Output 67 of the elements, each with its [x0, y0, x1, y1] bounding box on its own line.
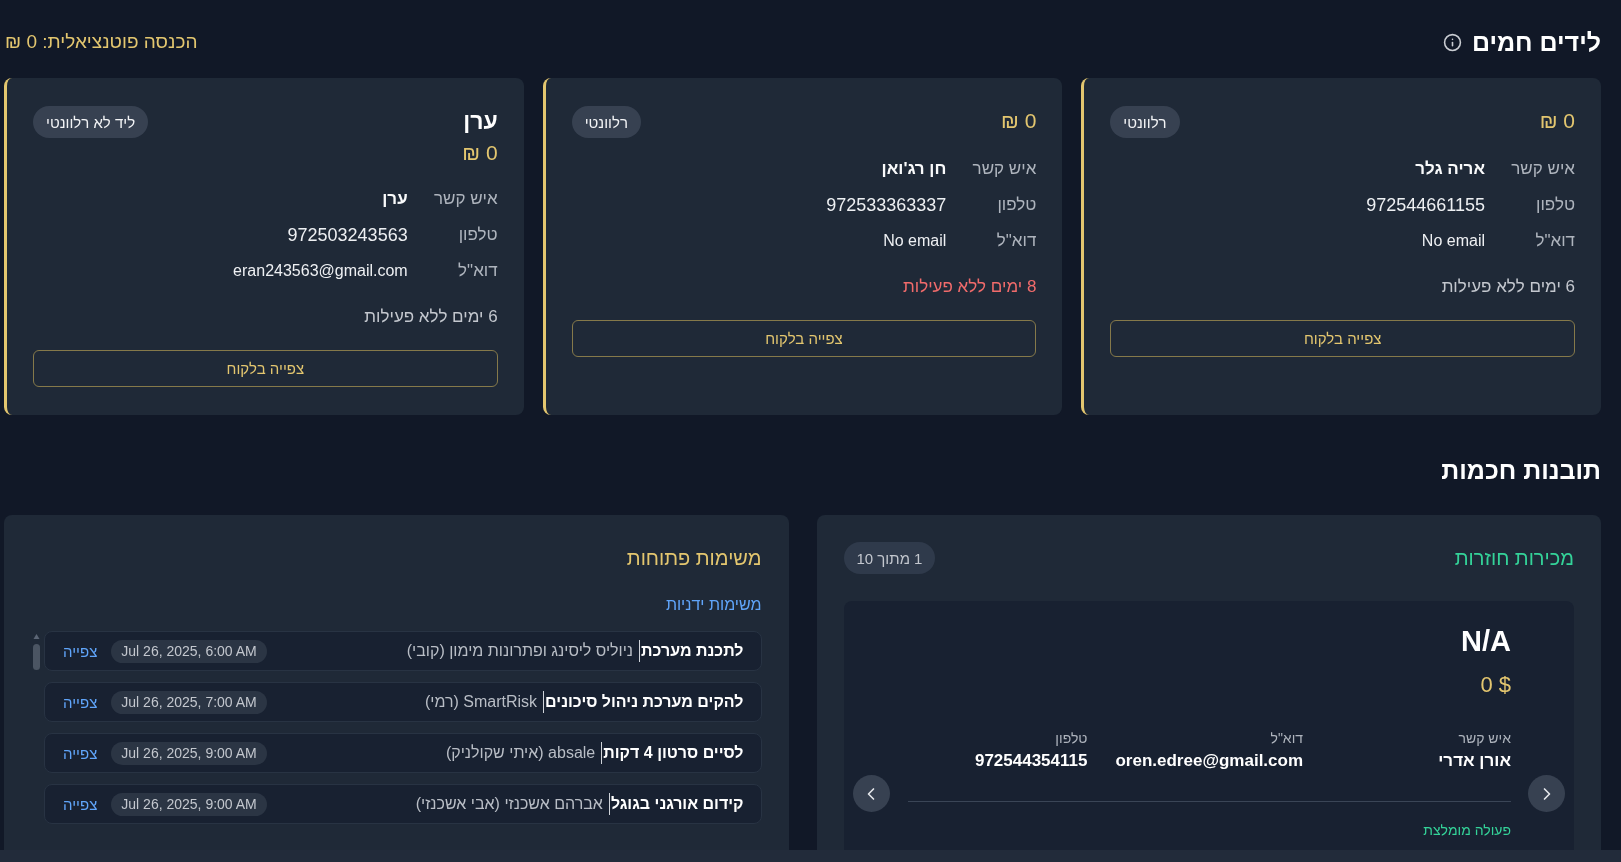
date-badge: Jul 26, 2025, 9:00 AM: [111, 741, 267, 765]
field-label: דוא"ל: [1270, 729, 1304, 747]
field-label: טלפון: [1055, 729, 1088, 747]
panel-title: משימות פתוחות: [625, 546, 762, 571]
carousel-button[interactable]: [852, 775, 890, 812]
task-client: ניוליס ליסינג ופתרונות מימון (קובי): [406, 642, 634, 660]
task-title: להקים מערכת ניהול סיכונים: [543, 691, 744, 713]
field-value: חן רג'ואן: [881, 159, 947, 179]
view-client-button[interactable]: צפייה בלקוח: [571, 320, 1037, 357]
date-badge: Jul 26, 2025, 9:00 AM: [111, 792, 267, 816]
recommended-action-label: פעולה מומלצת: [1422, 821, 1511, 839]
field-label: דוא"ל: [457, 261, 498, 281]
date-badge: Jul 26, 2025, 7:00 AM: [111, 690, 267, 714]
lead-name: ערן: [462, 107, 498, 136]
status-badge: ליד לא רלוונטי: [33, 106, 149, 138]
field-value: 972544661155: [1366, 194, 1485, 216]
field-value: oren.edree@gmail.com: [1115, 750, 1304, 772]
field-value: אריה גלר: [1415, 159, 1485, 179]
customer-amount: 0 $: [1479, 671, 1511, 699]
field-value: 972533363337: [826, 194, 947, 216]
field-label: איש קשר: [432, 189, 498, 209]
inactivity-text: 6 ימים ללא פעילות: [363, 306, 498, 328]
view-link[interactable]: צפייה: [63, 642, 98, 660]
field-value: 972544354115: [974, 750, 1088, 772]
view-link[interactable]: צפייה: [63, 693, 98, 711]
lead-amount: 0 ₪: [1539, 108, 1575, 134]
scrollbar[interactable]: [33, 634, 40, 670]
field-label: איש קשר: [1458, 729, 1511, 747]
date-badge: Jul 26, 2025, 6:00 AM: [111, 639, 267, 663]
customer-name: N/A: [1460, 624, 1511, 659]
field-label: דוא"ל: [1534, 231, 1575, 251]
section-title: תובנות חכמות: [1440, 455, 1601, 485]
view-client-button[interactable]: צפייה בלקוח: [33, 350, 498, 387]
task-title: לסיים סרטון 4 דקות: [601, 742, 744, 764]
field-label: איש קשר: [971, 159, 1037, 179]
inactivity-text: 6 ימים ללא פעילות: [1440, 276, 1575, 298]
task-client: SmartRisk (רמי): [425, 693, 538, 711]
task-client: אברהם אשכנזי (אבי אשכנזי): [415, 795, 603, 813]
field-label: איש קשר: [1510, 159, 1575, 179]
carousel-button[interactable]: [1528, 775, 1565, 812]
view-link[interactable]: צפייה: [63, 744, 98, 762]
field-value: eran243563@gmail.com: [233, 262, 408, 280]
status-badge: רלוונטי: [1110, 106, 1180, 138]
lead-amount: 0 ₪: [1001, 108, 1037, 134]
field-value: 972503243563: [287, 224, 408, 246]
field-label: טלפון: [457, 225, 498, 245]
task-title: קידום אורגני בגוגל: [608, 793, 744, 815]
view-client-button[interactable]: צפייה בלקוח: [1110, 320, 1575, 357]
field-value: אורן אדרי: [1438, 750, 1511, 772]
field-value: No email: [883, 232, 947, 250]
manual-tasks-link[interactable]: משימות ידניות: [665, 594, 762, 616]
lead-amount: 0 ₪: [462, 140, 498, 166]
field-label: דוא"ל: [995, 231, 1037, 251]
field-value: No email: [1421, 232, 1485, 250]
field-value: ערן: [382, 189, 408, 209]
task-client: absale (איתי שקולניק): [445, 744, 596, 762]
info-icon[interactable]: [1442, 32, 1462, 52]
field-label: טלפון: [1535, 195, 1575, 215]
inactivity-text: 8 ימים ללא פעילות: [901, 276, 1037, 298]
field-label: טלפון: [996, 195, 1037, 215]
counter-badge: 1 מתוך 10: [843, 542, 936, 574]
panel-title: מכירות חוזרות: [1454, 546, 1574, 571]
task-title: לתכנת מערכת: [639, 640, 744, 662]
potential-income-text: הכנסה פוטנציאלית: 0 ₪: [4, 31, 198, 53]
view-link[interactable]: צפייה: [63, 795, 98, 813]
status-badge: רלוונטי: [571, 106, 641, 138]
section-title: לידים חמים: [1471, 27, 1601, 57]
